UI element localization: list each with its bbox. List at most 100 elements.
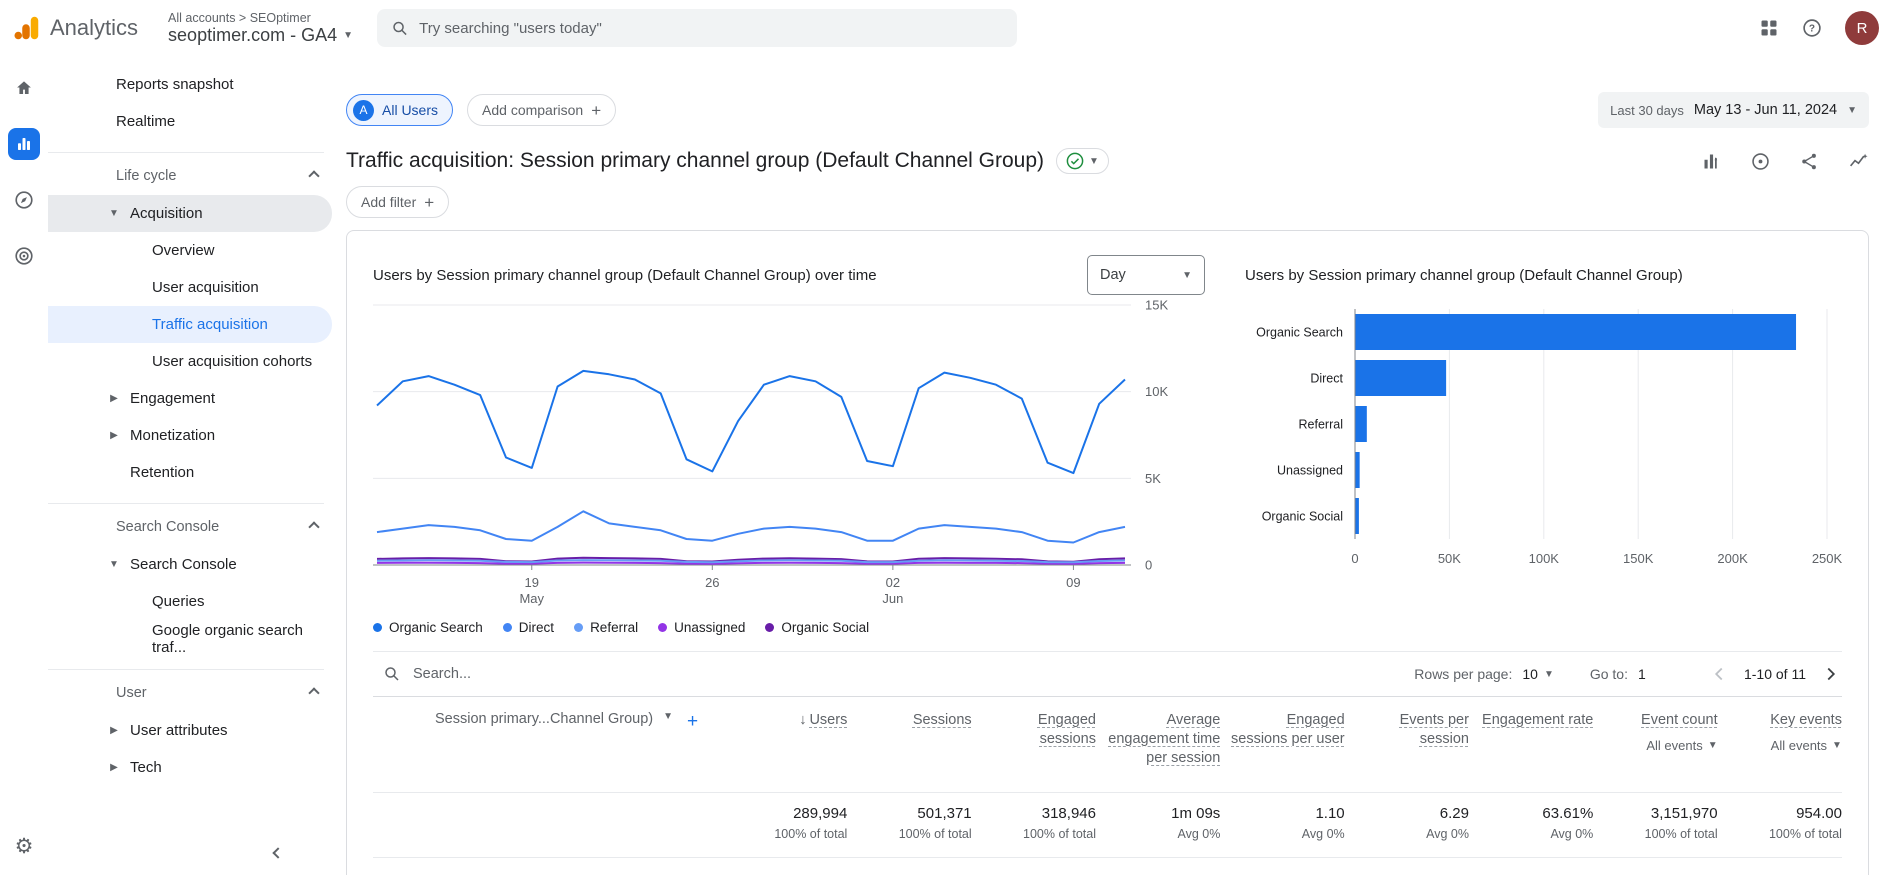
svg-text:200K: 200K <box>1717 551 1748 566</box>
sidebar-item-search-console[interactable]: ▼ Search Console <box>48 546 332 583</box>
totals-cell-engagement-rate: 63.61%Avg 0% <box>1469 805 1593 841</box>
admin-gear-icon[interactable]: ⚙ <box>15 834 34 859</box>
sidebar-item-tech[interactable]: ▶ Tech <box>48 749 332 786</box>
sidebar-item-user-acquisition-cohorts[interactable]: User acquisition cohorts <box>48 343 332 380</box>
bar-chart[interactable]: 050K100K150K200K250KOrganic SearchDirect… <box>1245 297 1845 589</box>
reports-icon[interactable] <box>8 128 40 160</box>
rows-per-page-label: Rows per page: <box>1414 666 1512 682</box>
table-search-input[interactable] <box>413 666 713 682</box>
svg-text:Unassigned: Unassigned <box>1277 464 1343 478</box>
column-header-sessions[interactable]: Sessions <box>847 711 971 730</box>
breadcrumb[interactable]: All accounts > SEOptimer <box>168 11 353 25</box>
sidebar-item-user-attributes[interactable]: ▶ User attributes <box>48 712 332 749</box>
sidebar-item-reports-snapshot[interactable]: Reports snapshot <box>48 66 332 103</box>
sidebar-item-traffic-acquisition[interactable]: Traffic acquisition <box>48 306 332 343</box>
legend-label: Organic Search <box>389 620 483 635</box>
sidebar-item-acquisition[interactable]: ▼ Acquisition <box>48 195 332 232</box>
search-input[interactable] <box>419 20 1003 37</box>
svg-text:0: 0 <box>1351 551 1358 566</box>
sidebar-item-monetization[interactable]: ▶ Monetization <box>48 417 332 454</box>
section-user[interactable]: User <box>48 674 340 712</box>
table-toolbar: Rows per page: 10 ▼ Go to: 1-10 of 11 <box>373 651 1842 697</box>
add-comparison-button[interactable]: Add comparison + <box>467 94 616 126</box>
svg-text:26: 26 <box>705 575 719 590</box>
chevron-left-icon <box>272 847 283 858</box>
column-header-engaged-sessions-per-user[interactable]: Engaged sessions per user <box>1220 711 1344 749</box>
top-app-bar: Analytics All accounts > SEOptimer seopt… <box>0 0 1897 56</box>
edit-comparisons-icon[interactable] <box>1701 151 1722 172</box>
comparison-badge: A <box>353 100 374 121</box>
advertising-icon[interactable] <box>8 240 40 272</box>
previous-page-button[interactable] <box>1708 663 1730 685</box>
column-header-events-per-session[interactable]: Events per session <box>1345 711 1469 749</box>
column-header-key-events[interactable]: Key eventsAll events▼ <box>1718 711 1842 753</box>
totals-cell-average-engagement-time-per-session: 1m 09sAvg 0% <box>1096 805 1220 841</box>
table-search[interactable] <box>373 665 793 683</box>
comparison-chip-all-users[interactable]: A All Users <box>346 94 453 126</box>
totals-cell-key-events: 954.00100% of total <box>1718 805 1842 841</box>
legend-dot <box>765 623 774 632</box>
page-title: Traffic acquisition: Session primary cha… <box>346 149 1044 173</box>
main-content: A All Users Add comparison + Last 30 day… <box>340 56 1897 875</box>
data-quality-badge[interactable]: ▼ <box>1056 148 1109 174</box>
column-header-event-count[interactable]: Event countAll events▼ <box>1593 711 1717 753</box>
table-totals-row: 289,994100% of total501,371100% of total… <box>373 793 1842 857</box>
line-chart[interactable]: 05K10K15K19May2602Jun09 <box>373 297 1205 607</box>
column-header-average-engagement-time-per-session[interactable]: Average engagement time per session <box>1096 711 1220 768</box>
explore-icon[interactable] <box>8 184 40 216</box>
sidebar-item-label: Google organic search traf... <box>152 622 332 656</box>
sidebar-item-queries[interactable]: Queries <box>48 583 332 620</box>
goto-page-input[interactable] <box>1638 666 1672 682</box>
plus-icon: + <box>424 194 434 211</box>
legend-item: Organic Search <box>373 620 483 635</box>
analytics-logo[interactable]: Analytics <box>12 13 138 43</box>
add-filter-button[interactable]: Add filter + <box>346 186 449 218</box>
column-filter[interactable]: All events▼ <box>1771 738 1842 753</box>
avatar[interactable]: R <box>1845 11 1879 45</box>
sidebar-item-engagement[interactable]: ▶ Engagement <box>48 380 332 417</box>
google-apps-grid-icon[interactable] <box>1759 18 1779 38</box>
sidebar-item-label: Engagement <box>130 390 215 407</box>
home-icon[interactable] <box>8 72 40 104</box>
sidebar-item-realtime[interactable]: Realtime <box>48 103 332 140</box>
section-search-console[interactable]: Search Console <box>48 508 340 546</box>
analytics-intelligence-icon[interactable] <box>1848 151 1869 172</box>
help-icon[interactable]: ? <box>1801 17 1823 39</box>
svg-text:10K: 10K <box>1145 384 1168 399</box>
collapse-nav-button[interactable] <box>274 844 282 861</box>
rows-per-page-select[interactable]: 10 ▼ <box>1522 666 1553 682</box>
legend-item: Direct <box>503 620 554 635</box>
chevron-down-icon: ▼ <box>1847 105 1857 116</box>
share-icon[interactable] <box>1799 151 1820 172</box>
sort-descending-icon: ↓ <box>799 711 806 730</box>
legend-label: Direct <box>519 620 554 635</box>
svg-text:15K: 15K <box>1145 298 1168 313</box>
column-header-users[interactable]: ↓Users <box>723 711 847 730</box>
section-label: Life cycle <box>116 168 176 184</box>
dimension-header[interactable]: Session primary...Channel Group) ▼ + <box>373 711 723 733</box>
date-range-picker[interactable]: Last 30 days May 13 - Jun 11, 2024 ▼ <box>1598 92 1869 128</box>
column-header-engaged-sessions[interactable]: Engaged sessions <box>972 711 1096 749</box>
sidebar-item-label: Overview <box>152 242 215 259</box>
sidebar-item-overview[interactable]: Overview <box>48 232 332 269</box>
granularity-select[interactable]: Day ▼ <box>1087 255 1205 295</box>
column-filter[interactable]: All events▼ <box>1646 738 1717 753</box>
insights-icon[interactable] <box>1750 151 1771 172</box>
nav-divider <box>48 503 324 504</box>
sidebar-item-user-acquisition[interactable]: User acquisition <box>48 269 332 306</box>
table-row[interactable]: 1 Organic Search 233,333381,683254,6451m… <box>373 857 1842 875</box>
sidebar-item-google-organic-search-traffic[interactable]: Google organic search traf... <box>48 620 332 657</box>
global-search[interactable] <box>377 9 1017 47</box>
column-header-engagement-rate[interactable]: Engagement rate <box>1469 711 1593 730</box>
property-selector[interactable]: All accounts > SEOptimer seoptimer.com -… <box>168 11 353 46</box>
legend-dot <box>503 623 512 632</box>
svg-text:02: 02 <box>886 575 900 590</box>
legend-label: Unassigned <box>674 620 745 635</box>
granularity-value: Day <box>1100 267 1126 283</box>
check-circle-icon <box>1066 152 1084 170</box>
sidebar-item-retention[interactable]: Retention <box>48 454 332 491</box>
add-dimension-button[interactable]: + <box>687 711 698 733</box>
next-page-button[interactable] <box>1820 663 1842 685</box>
section-life-cycle[interactable]: Life cycle <box>48 157 340 195</box>
goto-label: Go to: <box>1590 666 1628 682</box>
